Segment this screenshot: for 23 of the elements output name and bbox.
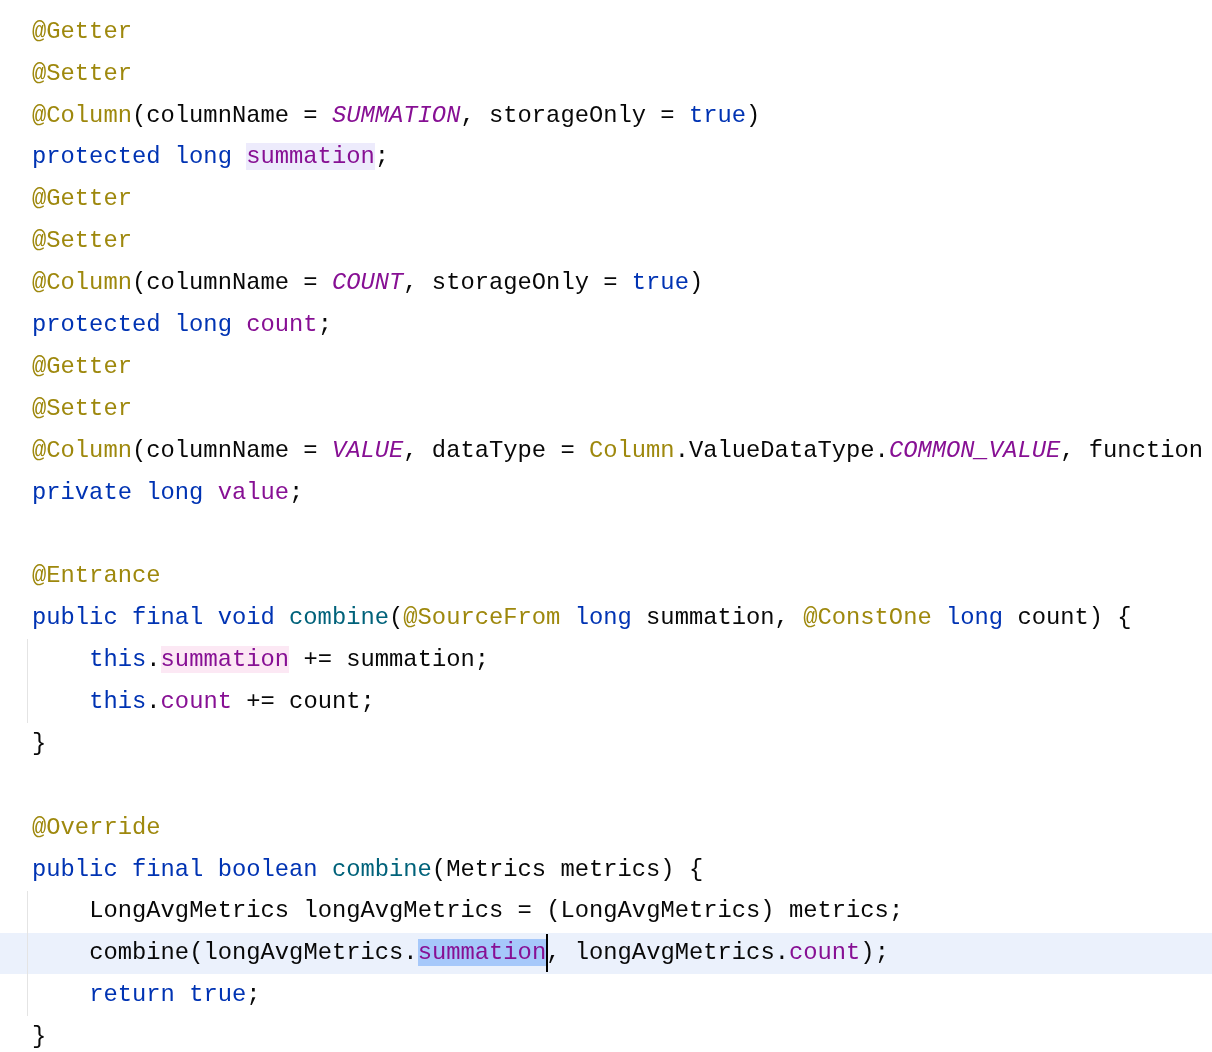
code-line: @Getter [32,16,132,47]
code-line: } [32,1022,47,1052]
code-line: return true; [89,980,261,1011]
code-line: @Setter [32,393,132,424]
code-line: } [32,728,47,759]
code-line: combine(longAvgMetrics.summation, longAvgMetrics.count); [89,933,889,974]
code-line: @Getter [32,184,132,215]
code-line: @Column(columnName = SUMMATION, storageOnly = true) [32,100,761,131]
code-line: @Entrance [32,561,161,592]
code-line: @Setter [32,226,132,257]
code-line: LongAvgMetrics longAvgMetrics = (LongAvgMetrics) metrics; [89,896,904,927]
code-line: protected long summation; [32,142,390,173]
code-line: @Column(columnName = VALUE, dataType = Column.ValueDataType.COMMON_VALUE, function [32,435,1204,466]
code-line: this.count += count; [89,686,375,717]
code-line: @Column(columnName = COUNT, storageOnly = true) [32,268,704,299]
code-line: @Override [32,812,161,843]
code-line: this.summation += summation; [89,645,490,676]
code-line: private long value; [32,477,304,508]
code-line: public final boolean combine(Metrics metrics) { [32,854,704,885]
code-line: protected long count; [32,309,332,340]
code-line: @Setter [32,58,132,89]
code-line: @Getter [32,351,132,382]
code-line: public final void combine(@SourceFrom long summation, @ConstOne long count) { [32,603,1132,634]
